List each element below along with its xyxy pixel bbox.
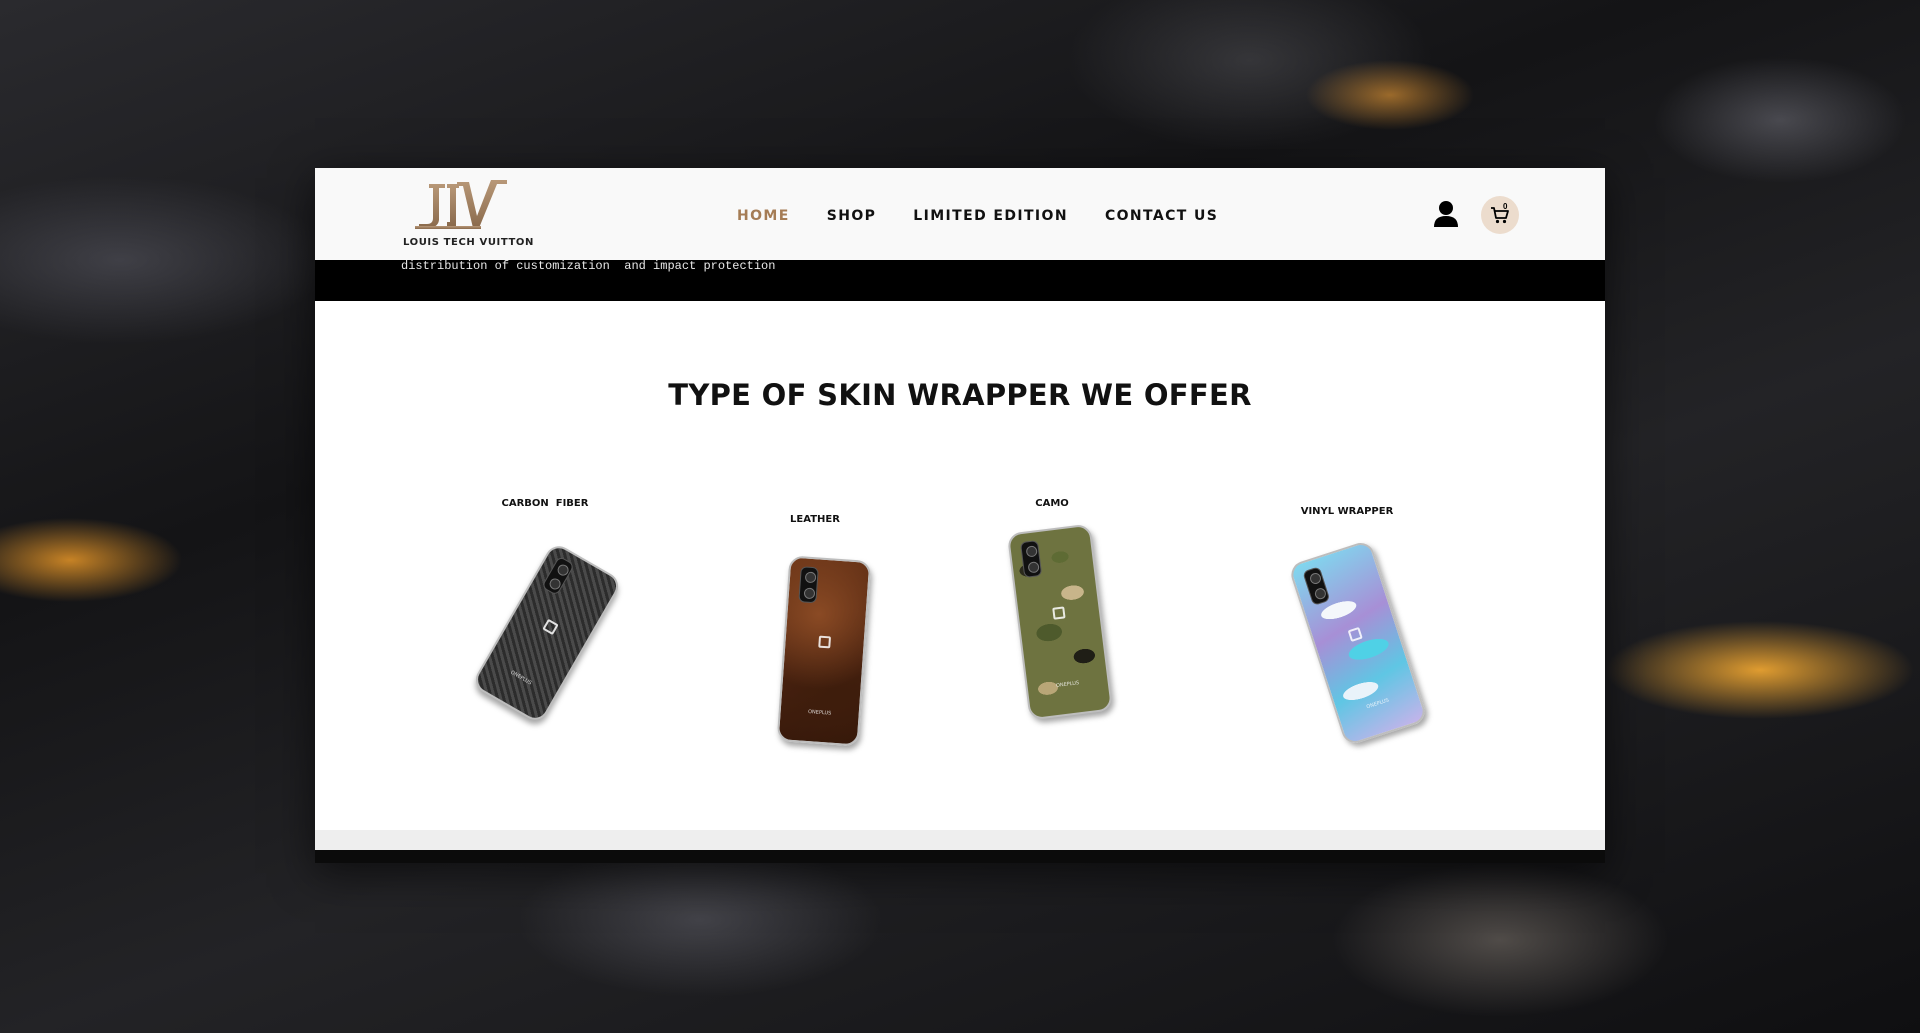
product-leather[interactable]: LEATHER ONEPLUS bbox=[735, 514, 915, 774]
product-label: CAMO bbox=[1035, 498, 1069, 509]
ltv-monogram-icon bbox=[415, 180, 507, 229]
product-label: CARBON FIBER bbox=[501, 498, 589, 509]
phone-brand-text: ONEPLUS bbox=[509, 669, 533, 687]
tagline-banner: distribution of customization and impact… bbox=[315, 259, 1605, 301]
product-carbon-fiber[interactable]: CARBON FIBER ONEPLUS bbox=[465, 498, 665, 738]
nav-home[interactable]: HOME bbox=[737, 208, 790, 224]
brand-logo[interactable]: LOUIS TECH VUITTON bbox=[403, 176, 533, 250]
phone-image-camo: ONEPLUS bbox=[1006, 523, 1114, 721]
phone-brand-text: ONEPLUS bbox=[1055, 680, 1080, 689]
footer-bar bbox=[315, 850, 1605, 863]
phone-image-carbon-fiber: ONEPLUS bbox=[470, 541, 624, 725]
cart-count-badge: 0 bbox=[1503, 202, 1508, 211]
brand-name: LOUIS TECH VUITTON bbox=[403, 237, 535, 248]
user-icon[interactable] bbox=[1433, 200, 1459, 228]
product-label: LEATHER bbox=[790, 514, 840, 525]
section-title: TYPE OF SKIN WRAPPER WE OFFER bbox=[668, 378, 1252, 412]
phone-image-vinyl: ONEPLUS bbox=[1287, 539, 1429, 747]
phone-brand-text: ONEPLUS bbox=[807, 709, 832, 717]
footer-strip bbox=[315, 830, 1605, 850]
product-camo[interactable]: CAMO ONEPLUS bbox=[972, 498, 1152, 738]
cart-button[interactable]: 0 bbox=[1481, 196, 1519, 234]
phone-image-leather: ONEPLUS bbox=[776, 555, 872, 747]
banner-tagline: distribution of customization and impact… bbox=[401, 259, 776, 273]
website-window: LOUIS TECH VUITTON HOME SHOP LIMITED EDI… bbox=[315, 168, 1605, 863]
phone-brand-text: ONEPLUS bbox=[1365, 697, 1390, 711]
nav-shop[interactable]: SHOP bbox=[827, 208, 877, 224]
nav-limited-edition[interactable]: LIMITED EDITION bbox=[913, 208, 1068, 224]
site-header: LOUIS TECH VUITTON HOME SHOP LIMITED EDI… bbox=[315, 168, 1605, 260]
product-label: VINYL WRAPPER bbox=[1300, 506, 1394, 517]
product-vinyl-wrapper[interactable]: VINYL WRAPPER ONEPLUS bbox=[1267, 506, 1447, 766]
nav-contact-us[interactable]: CONTACT US bbox=[1105, 208, 1218, 224]
main-navigation: HOME SHOP LIMITED EDITION CONTACT US bbox=[737, 208, 1218, 224]
